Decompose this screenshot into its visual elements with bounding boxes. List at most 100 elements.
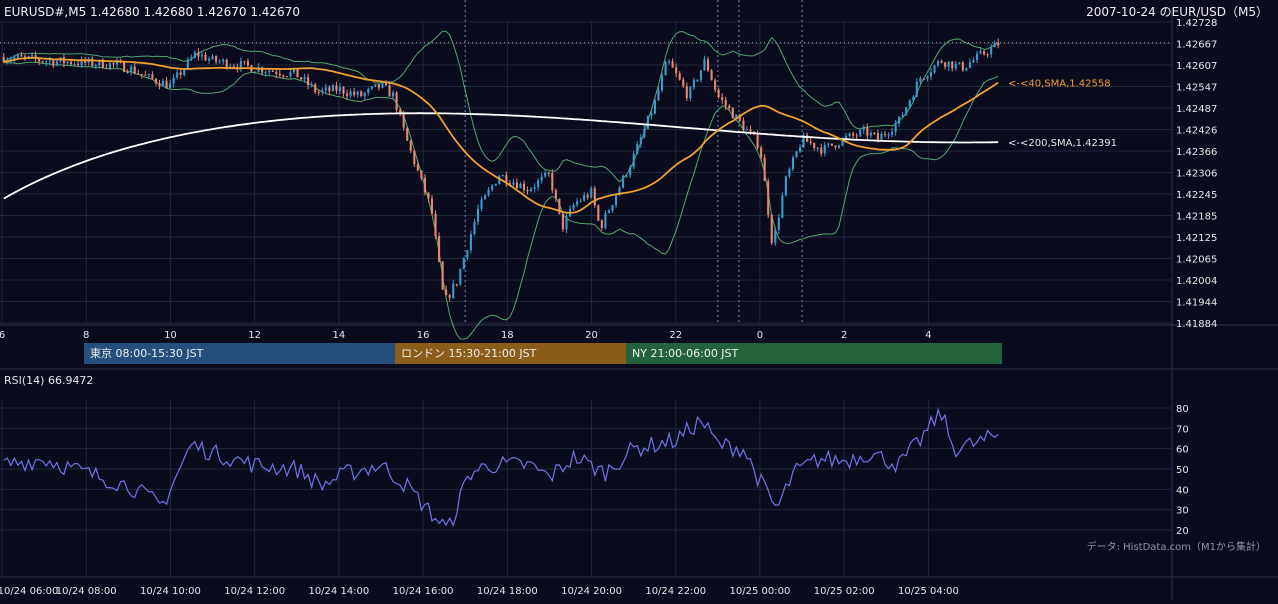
candle-body [328, 87, 331, 92]
candle-body [537, 180, 540, 188]
candle-body [972, 60, 975, 63]
price-tick-label: 1.42547 [1176, 83, 1217, 94]
candle-body [675, 67, 678, 74]
candle-body [55, 61, 58, 66]
candle-body [225, 59, 228, 68]
rsi-tick-label: 40 [1176, 485, 1189, 496]
candle-body [278, 74, 281, 76]
candle-body [993, 42, 996, 48]
candle-body [622, 175, 625, 188]
candle-body [522, 183, 526, 191]
candle-body [579, 200, 582, 202]
candle-body [314, 84, 317, 92]
candle-body [795, 151, 798, 158]
candle-body [774, 229, 777, 244]
candle-body [848, 133, 851, 137]
rsi-tick-label: 70 [1176, 424, 1189, 435]
price-tick-label: 1.42728 [1176, 18, 1217, 29]
candle-body [760, 147, 763, 158]
candle-body [798, 147, 802, 152]
candle-body [940, 61, 943, 63]
date-tick-label: 10/24 20:00 [561, 586, 622, 597]
candle-body [176, 72, 179, 78]
price-tick-label: 1.42065 [1176, 255, 1217, 266]
candle-body [137, 73, 140, 75]
date-tick-label: 10/24 10:00 [140, 586, 201, 597]
candle-body [183, 68, 186, 75]
hour-tick-label: 0 [757, 330, 763, 341]
candle-body [193, 52, 196, 58]
candle-body [763, 157, 766, 182]
candle-body [349, 91, 352, 96]
candle-body [363, 92, 366, 97]
candle-body [873, 132, 876, 134]
candle-body [816, 147, 819, 149]
candle-body [721, 97, 724, 101]
candle-body [197, 52, 200, 57]
candle-body [905, 107, 908, 115]
candle-body [324, 87, 327, 91]
candle-body [777, 217, 780, 230]
candle-body [699, 70, 703, 81]
candle-body [105, 68, 108, 70]
candle-body [724, 100, 727, 106]
candle-body [253, 71, 257, 73]
hour-tick-label: 8 [83, 330, 89, 341]
date-tick-label: 10/25 04:00 [898, 586, 959, 597]
candle-body [639, 137, 642, 144]
date-tick-label: 10/25 00:00 [730, 586, 791, 597]
candle-body [299, 77, 303, 80]
candle-body [147, 74, 150, 76]
candle-body [990, 47, 993, 55]
candle-body [983, 51, 986, 55]
candle-body [381, 82, 384, 88]
sma200-label: <-<200,SMA,1.42391 [1008, 138, 1117, 149]
candle-body [275, 71, 278, 75]
candle-body [660, 75, 664, 91]
candle-body [947, 61, 950, 67]
candle-body [73, 63, 76, 65]
candle-body [880, 134, 883, 140]
candle-body [200, 54, 204, 57]
candle-body [650, 113, 653, 116]
candle-body [455, 283, 458, 285]
candle-body [961, 62, 964, 71]
date-tick-label: 10/24 14:00 [308, 586, 369, 597]
candle-body [367, 88, 370, 93]
candle-body [360, 91, 363, 97]
candle-body [158, 83, 161, 87]
chart-root: 1.42728 1.42667 1.42607 1.42547 1.42487 1.424… [0, 0, 1278, 600]
candle-body [806, 134, 809, 142]
rsi-tick-label: 20 [1176, 526, 1189, 537]
candle-body [636, 143, 639, 155]
candle-body [321, 90, 324, 93]
candle-body [480, 199, 483, 209]
candle-body [115, 61, 119, 65]
hour-tick-label: 6 [0, 330, 5, 341]
sma40-label: <-<40,SMA,1.42558 [1008, 79, 1111, 90]
candle-body [469, 234, 472, 251]
candle-body [38, 59, 41, 62]
candle-body [540, 176, 543, 181]
hour-tick-label: 18 [501, 330, 514, 341]
candle-body [370, 86, 373, 89]
candle-body [894, 123, 897, 132]
candle-body [346, 93, 349, 96]
rsi-tick-label: 80 [1176, 404, 1189, 415]
candle-body [703, 59, 706, 71]
candle-body [600, 220, 603, 228]
session-bar: 東京 08:00-15:30 JST ロンドン 15:30-21:00 JST NY… [84, 343, 1002, 364]
candle-body [243, 61, 246, 63]
candle-body [781, 195, 784, 218]
candle-body [728, 105, 731, 109]
candle-body [452, 283, 455, 298]
candle-body [965, 67, 968, 71]
hour-tick-label: 2 [841, 330, 847, 341]
candle-body [845, 136, 848, 139]
candle-body [767, 181, 770, 215]
candle-body [133, 66, 136, 74]
candle-body [944, 62, 947, 67]
rsi-tick-label: 30 [1176, 506, 1189, 517]
candle-body [303, 77, 306, 80]
candle-body [169, 83, 172, 89]
